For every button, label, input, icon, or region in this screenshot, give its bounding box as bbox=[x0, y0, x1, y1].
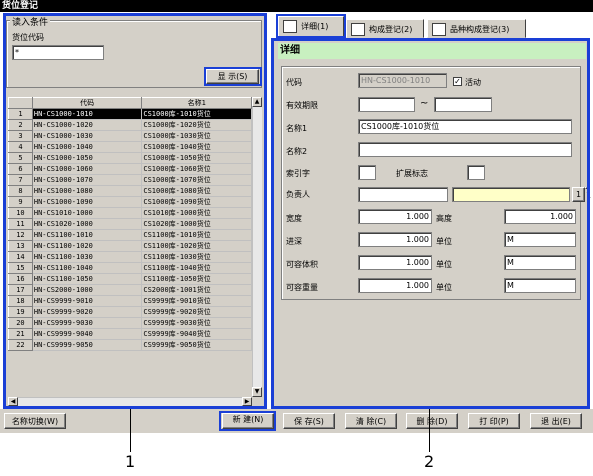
exit-button[interactable]: 退 出(E) bbox=[530, 413, 582, 429]
show-button-highlight bbox=[204, 67, 262, 86]
save-button[interactable]: 保 存(S) bbox=[283, 413, 335, 429]
window-title: 货位登记 bbox=[0, 0, 593, 12]
tab-product-composition[interactable]: 品种构成登记(3) bbox=[427, 19, 526, 38]
callout-2: 2 bbox=[424, 452, 435, 471]
print-button[interactable]: 打 印(P) bbox=[468, 413, 520, 429]
callout-line-1 bbox=[130, 409, 131, 452]
callout-1: 1 bbox=[125, 452, 136, 471]
image-icon bbox=[432, 23, 446, 36]
new-button-highlight bbox=[219, 411, 276, 431]
delete-button[interactable]: 删 除(D) bbox=[406, 413, 458, 429]
document-icon bbox=[351, 23, 365, 36]
tab-composition[interactable]: 构成登记(2) bbox=[346, 19, 424, 38]
callout-line-2 bbox=[429, 409, 430, 452]
clear-button[interactable]: 清 除(C) bbox=[345, 413, 397, 429]
detail-tab-highlight bbox=[276, 14, 346, 38]
window: 货位登记 读入条件 货位代码 * 显 示(S) 代码 名称1 1 HN-CS100… bbox=[0, 0, 593, 476]
annotation-box-2 bbox=[271, 38, 590, 409]
name-switch-button[interactable]: 名称切换(W) bbox=[4, 413, 66, 429]
